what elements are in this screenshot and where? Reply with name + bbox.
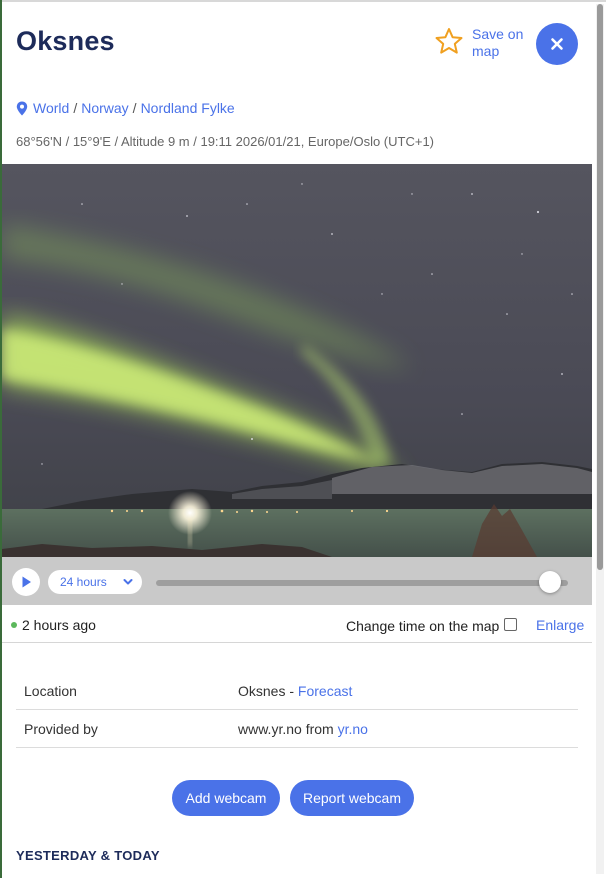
timelapse-range-select[interactable]: 24 hours: [48, 570, 142, 594]
location-meta: 68°56'N / 15°9'E / Altitude 9 m / 19:11 …: [16, 134, 434, 149]
info-value: www.yr.no from yr.no: [238, 721, 368, 737]
scrollbar-thumb[interactable]: [597, 4, 603, 570]
info-row-provider: Provided by www.yr.no from yr.no: [16, 710, 578, 748]
star-icon[interactable]: [434, 26, 464, 56]
breadcrumb-separator: /: [132, 100, 137, 116]
location-name: Oksnes: [238, 683, 286, 699]
range-select-value: 24 hours: [60, 575, 107, 589]
breadcrumb-norway[interactable]: Norway: [81, 100, 128, 116]
webcam-detail-panel: Oksnes Save on map World / Norway / Nord…: [2, 2, 592, 878]
timelapse-slider-track[interactable]: [156, 580, 568, 586]
last-update-time: 2 hours ago: [22, 617, 96, 633]
info-key: Provided by: [24, 721, 98, 737]
change-time-label: Change time on the map: [346, 618, 500, 634]
breadcrumb: World / Norway / Nordland Fylke: [16, 100, 235, 116]
breadcrumb-world[interactable]: World: [33, 100, 69, 116]
play-icon: [22, 576, 31, 588]
timelapse-slider-handle[interactable]: [539, 571, 561, 593]
timelapse-controls: 24 hours: [2, 557, 592, 605]
info-key: Location: [24, 683, 77, 699]
play-button[interactable]: [12, 568, 40, 596]
report-webcam-button[interactable]: Report webcam: [290, 780, 414, 816]
change-time-checkbox[interactable]: [504, 618, 517, 631]
location-pin-icon: [16, 101, 28, 115]
breadcrumb-separator: /: [73, 100, 78, 116]
online-status-icon: [11, 622, 17, 628]
close-icon: [551, 38, 563, 50]
page-title: Oksnes: [16, 26, 115, 56]
info-row-location: Location Oksnes - Forecast: [16, 672, 578, 710]
aurora-photo: [2, 164, 592, 557]
status-row: 2 hours ago Change time on the map Enlar…: [2, 605, 592, 643]
webcam-info-table: Location Oksnes - Forecast Provided by w…: [16, 672, 578, 748]
enlarge-link[interactable]: Enlarge: [536, 617, 584, 633]
add-webcam-button[interactable]: Add webcam: [172, 780, 280, 816]
breadcrumb-nordland[interactable]: Nordland Fylke: [141, 100, 235, 116]
chevron-down-icon: [123, 579, 133, 585]
close-button[interactable]: [536, 23, 578, 65]
provider-link[interactable]: yr.no: [338, 721, 368, 737]
save-on-map-link[interactable]: Save on map: [472, 26, 532, 60]
scrollbar[interactable]: [596, 4, 604, 874]
webcam-image[interactable]: [2, 164, 592, 557]
info-value: Oksnes - Forecast: [238, 683, 352, 699]
forecast-link[interactable]: Forecast: [298, 683, 352, 699]
section-heading: YESTERDAY & TODAY: [16, 848, 160, 863]
location-separator: -: [285, 683, 298, 699]
provider-text: www.yr.no from: [238, 721, 338, 737]
